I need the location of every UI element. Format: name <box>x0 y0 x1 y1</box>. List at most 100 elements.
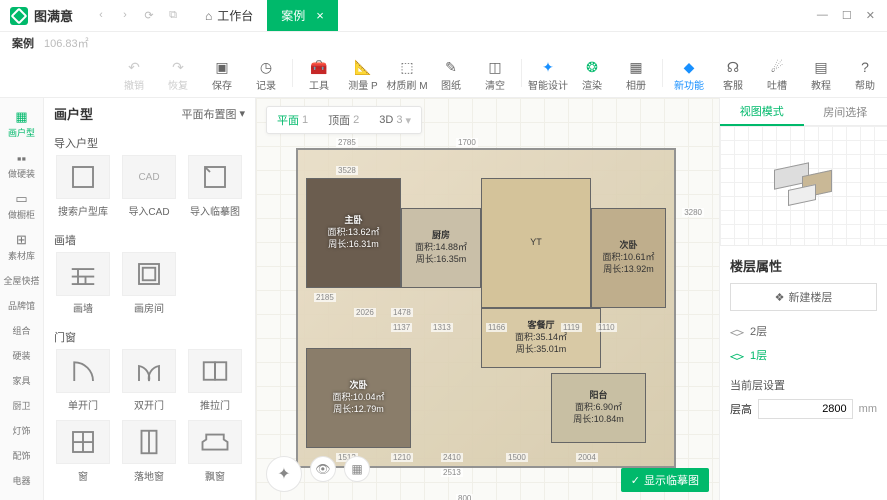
floor-2[interactable]: 2层 <box>730 319 877 343</box>
view-tabs: 平面1 顶面2 3D3▾ <box>266 106 422 134</box>
render-button[interactable]: ❂渲染 <box>570 59 614 92</box>
rail-appliance[interactable]: 电器 <box>0 468 43 493</box>
compass-icon[interactable]: ✦ <box>266 456 302 492</box>
minimize-icon[interactable]: — <box>817 9 828 22</box>
height-label: 层高 <box>730 401 752 417</box>
tile-import-cad[interactable]: CAD导入CAD <box>120 155 178 218</box>
tile-draw-wall[interactable]: 画墙 <box>54 252 112 315</box>
tutorial-button[interactable]: ▤教程 <box>799 59 843 92</box>
rail-combo[interactable]: 组合 <box>0 318 43 343</box>
drawing-button[interactable]: ✎图纸 <box>429 59 473 92</box>
material-icon: ⊞ <box>13 233 31 247</box>
rail-lighting[interactable]: 灯饰 <box>0 418 43 443</box>
room-balcony[interactable]: 阳台面积:6.90㎡周长:10.84m <box>551 373 646 443</box>
undo-icon: ↶ <box>128 59 140 75</box>
room-kitchen[interactable]: 厨房面积:14.88㎡周长:16.35m <box>401 208 481 288</box>
preview-3d[interactable] <box>720 126 887 246</box>
brush-icon: ⬚ <box>400 59 413 75</box>
floorplan[interactable]: 主卧面积:13.62㎡周长:16.31m 厨房面积:14.88㎡周长:16.35… <box>296 148 676 468</box>
window-controls: — ☐ ✕ <box>817 9 887 22</box>
panel-mode-dropdown[interactable]: 平面布置图▾ <box>181 106 245 122</box>
tile-single-door[interactable]: 单开门 <box>54 349 112 412</box>
view-tab-plan[interactable]: 平面1 <box>267 107 318 133</box>
floor-icon <box>730 350 744 360</box>
tile-floor-window[interactable]: 落地窗 <box>120 420 178 483</box>
rail-hard[interactable]: 硬装 <box>0 343 43 368</box>
panel-title: 画户型 <box>54 104 93 123</box>
dim-label: 2004 <box>576 453 598 462</box>
tile-double-door[interactable]: 双开门 <box>120 349 178 412</box>
tools-button[interactable]: 🧰工具 <box>297 59 341 92</box>
help-button[interactable]: ?帮助 <box>843 59 887 92</box>
tab-workspace[interactable]: ⌂ 工作台 <box>191 0 267 31</box>
rp-tab-view[interactable]: 视图模式 <box>720 98 804 126</box>
dim-label: 2185 <box>314 293 336 302</box>
album-button[interactable]: ▦相册 <box>614 59 658 92</box>
dim-label: 1313 <box>431 323 453 332</box>
new-floor-button[interactable]: ❖新建楼层 <box>730 283 877 311</box>
room-living[interactable]: 客餐厅面积:35.14㎡周长:35.01m <box>481 308 601 368</box>
rail-commercial[interactable]: 工装 <box>0 493 43 500</box>
ai-design-button[interactable]: ✦智能设计 <box>526 59 570 92</box>
rail-material[interactable]: ⊞素材库 <box>0 227 43 268</box>
dim-label: 1166 <box>486 323 507 332</box>
nav-link-icon[interactable]: ⧉ <box>165 9 181 22</box>
material-button[interactable]: ⬚材质刷 M <box>385 59 429 92</box>
tab-case[interactable]: 案例 × <box>267 0 338 31</box>
nav-back-icon[interactable]: ‹ <box>93 9 109 22</box>
layers-toggle[interactable]: ▦ <box>344 456 370 482</box>
rail-quickbuild[interactable]: 全屋快搭 <box>0 268 43 293</box>
new-icon: ◆ <box>684 59 695 75</box>
service-button[interactable]: ☊客服 <box>711 59 755 92</box>
undo-button[interactable]: ↶撤销 <box>112 59 156 92</box>
height-input[interactable] <box>758 399 853 419</box>
tile-sliding-door[interactable]: 推拉门 <box>186 349 244 412</box>
left-panel: 画户型 平面布置图▾ 导入户型 搜索户型库 CAD导入CAD 导入临摹图 画墙 … <box>44 98 256 500</box>
maximize-icon[interactable]: ☐ <box>842 9 852 22</box>
room-yt[interactable]: YT <box>481 178 591 308</box>
rail-decor[interactable]: 配饰 <box>0 443 43 468</box>
room-secondary-bedroom-2[interactable]: 次卧面积:10.04㎡周长:12.79m <box>306 348 411 448</box>
rail-hardfit[interactable]: ▪▪做硬装 <box>0 145 43 186</box>
ai-icon: ✦ <box>542 59 554 75</box>
measure-button[interactable]: 📐测量 P <box>341 59 385 92</box>
close-window-icon[interactable]: ✕ <box>866 9 875 22</box>
dim-label: 3280 <box>682 208 704 217</box>
rp-tab-room[interactable]: 房间选择 <box>804 98 887 126</box>
redo-icon: ↷ <box>172 59 184 75</box>
dim-label: 2785 <box>336 138 358 147</box>
rail-kitchen[interactable]: 厨卫 <box>0 393 43 418</box>
tile-import-trace[interactable]: 导入临摹图 <box>186 155 244 218</box>
room-master-bedroom[interactable]: 主卧面积:13.62㎡周长:16.31m <box>306 178 401 288</box>
view-tab-ceiling[interactable]: 顶面2 <box>318 107 369 133</box>
tile-draw-room[interactable]: 画房间 <box>120 252 178 315</box>
eye-toggle[interactable]: 👁 <box>310 456 336 482</box>
canvas[interactable]: 平面1 顶面2 3D3▾ 主卧面积:13.62㎡周长:16.31m 厨房面积:1… <box>256 98 719 500</box>
floor-1[interactable]: 1层 <box>730 343 877 367</box>
dim-label: 1478 <box>391 308 413 317</box>
height-unit: mm <box>859 403 877 415</box>
home-icon: ⌂ <box>205 9 212 23</box>
rail-cabinet[interactable]: ▭做橱柜 <box>0 186 43 227</box>
nav-forward-icon[interactable]: › <box>117 9 133 22</box>
view-tab-3d[interactable]: 3D3▾ <box>369 107 421 133</box>
tile-search-library[interactable]: 搜索户型库 <box>54 155 112 218</box>
nav-refresh-icon[interactable]: ⟳ <box>141 9 157 22</box>
dim-label: 1110 <box>596 323 617 332</box>
tile-window[interactable]: 窗 <box>54 420 112 483</box>
rail-floorplan[interactable]: ▦画户型 <box>0 104 43 145</box>
chat-icon: ☄ <box>771 59 784 75</box>
save-button[interactable]: ▣保存 <box>200 59 244 92</box>
tile-bay-window[interactable]: 飘窗 <box>186 420 244 483</box>
rail-furniture[interactable]: 家具 <box>0 368 43 393</box>
feedback-button[interactable]: ☄吐槽 <box>755 59 799 92</box>
show-draft-button[interactable]: ✓ 显示临摹图 <box>621 468 709 492</box>
dim-label: 1500 <box>506 453 528 462</box>
clear-button[interactable]: ◫清空 <box>473 59 517 92</box>
new-feature-button[interactable]: ◆新功能 <box>667 59 711 92</box>
rail-brand[interactable]: 品牌馆 <box>0 293 43 318</box>
room-secondary-bedroom-1[interactable]: 次卧面积:10.61㎡周长:13.92m <box>591 208 666 308</box>
redo-button[interactable]: ↷恢复 <box>156 59 200 92</box>
record-button[interactable]: ◷记录 <box>244 59 288 92</box>
close-icon[interactable]: × <box>316 8 324 23</box>
